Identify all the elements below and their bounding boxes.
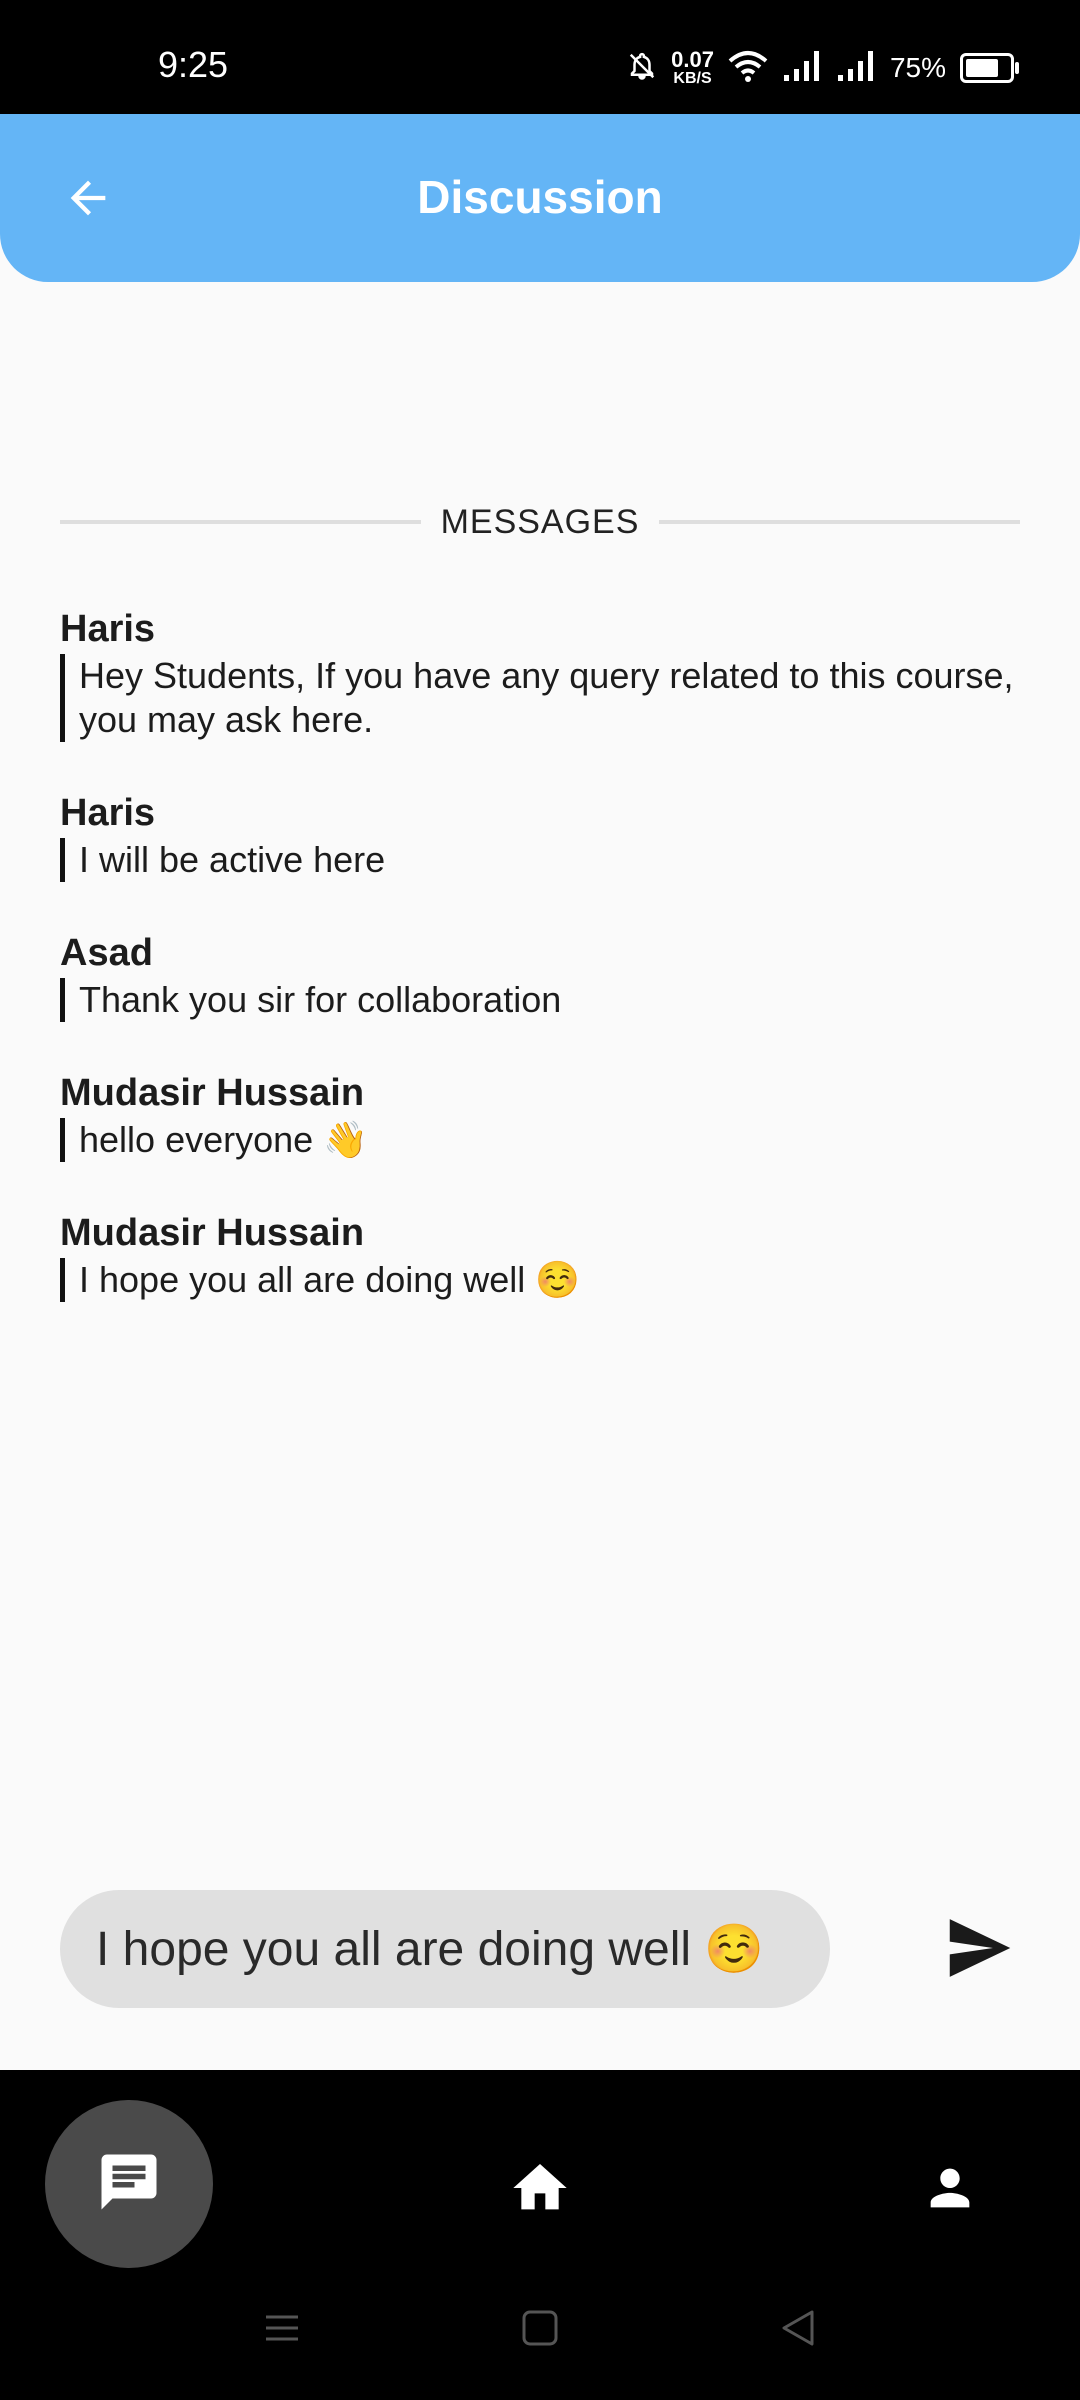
square-icon xyxy=(520,2308,560,2353)
send-icon xyxy=(947,1918,1013,1982)
menu-lines-icon xyxy=(262,2308,302,2353)
message-input-value: I hope you all are doing well ☺️ xyxy=(96,1923,765,1976)
person-icon xyxy=(921,2159,979,2222)
system-menu-button[interactable] xyxy=(252,2300,312,2360)
message-item: Haris Hey Students, If you have any quer… xyxy=(60,606,1020,742)
message-text: Hey Students, If you have any query rela… xyxy=(60,654,1020,742)
battery-percent: 75% xyxy=(889,52,946,83)
message-text: hello everyone 👋 xyxy=(60,1118,1020,1162)
message-author: Mudasir Hussain xyxy=(60,1072,365,1114)
message-author: Haris xyxy=(60,608,156,650)
wifi-icon xyxy=(728,49,768,88)
net-speed: 0.07 KB/S xyxy=(671,47,714,87)
message-list: Haris Hey Students, If you have any quer… xyxy=(60,606,1020,1350)
nav-chat-button[interactable] xyxy=(45,2100,213,2268)
system-back-button[interactable] xyxy=(768,2300,828,2360)
divider-line-right xyxy=(659,520,1020,524)
app-bar: Discussion xyxy=(0,114,1080,282)
message-item: Mudasir Hussain hello everyone 👋 xyxy=(60,1070,1020,1162)
message-author: Asad xyxy=(60,932,153,974)
message-text: Thank you sir for collaboration xyxy=(60,978,1020,1022)
divider-line-left xyxy=(60,520,421,524)
triangle-back-icon xyxy=(778,2308,818,2353)
page-title: Discussion xyxy=(417,171,663,223)
message-input[interactable]: I hope you all are doing well ☺️ xyxy=(60,1890,830,2008)
status-time: 9:25 xyxy=(158,44,229,85)
home-icon xyxy=(508,2156,572,2225)
message-text: I hope you all are doing well ☺️ xyxy=(60,1258,1020,1302)
signal-icon xyxy=(782,49,822,88)
send-button[interactable] xyxy=(940,1910,1020,1990)
message-author: Haris xyxy=(60,792,156,834)
message-item: Asad Thank you sir for collaboration xyxy=(60,930,1020,1022)
message-item: Mudasir Hussain I hope you all are doing… xyxy=(60,1210,1020,1302)
nav-home-button[interactable] xyxy=(500,2150,580,2230)
status-icons: 0.07 KB/S 75% xyxy=(627,46,1019,90)
section-label: MESSAGES xyxy=(440,502,640,541)
signal-icon-2 xyxy=(836,49,876,88)
mute-bell-icon xyxy=(627,49,657,88)
message-author: Mudasir Hussain xyxy=(60,1212,365,1254)
status-bar: 9:25 0.07 KB/S 75% xyxy=(0,0,1080,114)
message-item: Haris I will be active here xyxy=(60,790,1020,882)
nav-profile-button[interactable] xyxy=(910,2150,990,2230)
system-home-button[interactable] xyxy=(510,2300,570,2360)
chat-icon xyxy=(96,2149,162,2220)
message-text: I will be active here xyxy=(60,838,1020,882)
battery-icon xyxy=(960,53,1019,83)
messages-divider: MESSAGES xyxy=(60,496,1020,548)
